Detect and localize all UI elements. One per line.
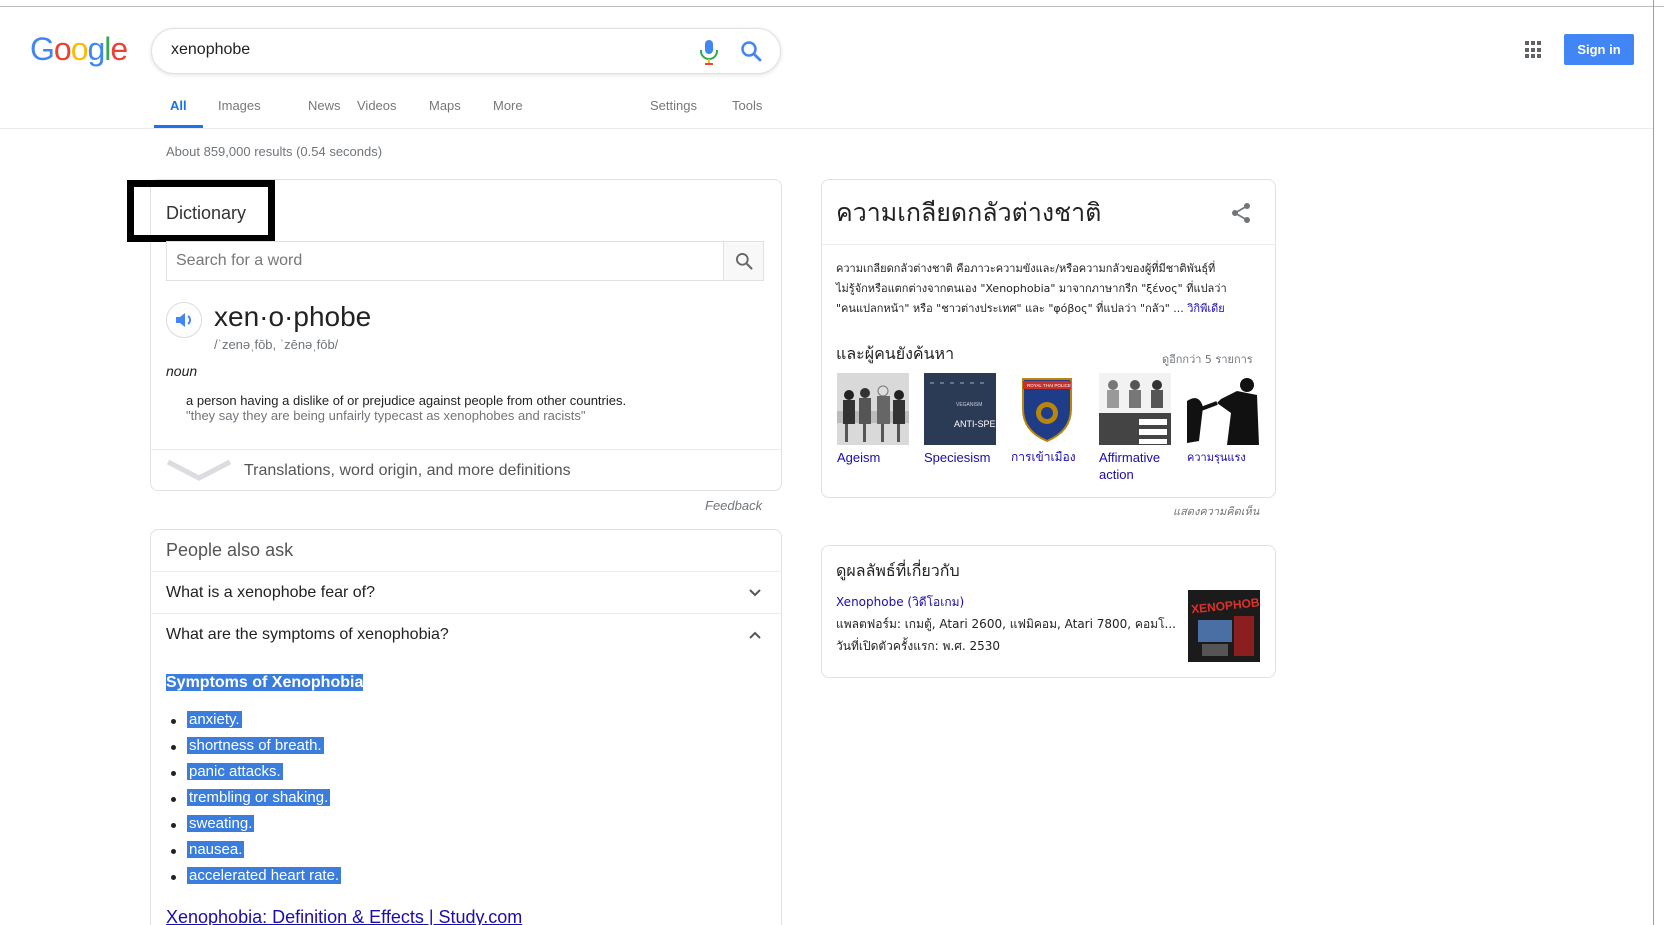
answer-list: anxiety. shortness of breath. panic atta… bbox=[169, 711, 342, 893]
view-more-link[interactable]: ดูอีกกว่า 5 รายการ bbox=[1162, 350, 1253, 368]
wikipedia-link[interactable]: วิกิพีเดีย bbox=[1187, 302, 1224, 315]
tab-settings[interactable]: Settings bbox=[650, 98, 697, 113]
share-icon[interactable] bbox=[1230, 202, 1252, 224]
tab-more[interactable]: More bbox=[493, 98, 523, 113]
logo-letter: g bbox=[87, 31, 105, 67]
affirmative-action-label[interactable]: Affirmative action bbox=[1099, 449, 1174, 483]
paa-question-2[interactable]: What are the symptoms of xenophobia? bbox=[150, 613, 782, 656]
search-box[interactable]: xenophobe bbox=[151, 28, 781, 74]
part-of-speech: noun bbox=[166, 363, 198, 379]
chevron-down-icon bbox=[166, 459, 232, 481]
ageism-label[interactable]: Ageism bbox=[837, 449, 919, 466]
search-tabs: All Images News Videos Maps More Setting… bbox=[0, 96, 1653, 129]
list-item: panic attacks. bbox=[169, 763, 341, 789]
word-search-field[interactable]: Search for a word bbox=[166, 241, 764, 281]
definition-example: "they say they are being unfairly typeca… bbox=[186, 408, 586, 423]
tab-all[interactable]: All bbox=[170, 98, 187, 113]
active-tab-indicator bbox=[154, 125, 203, 128]
search-icon bbox=[736, 252, 753, 270]
more-definitions-label: Translations, word origin, and more defi… bbox=[244, 462, 571, 479]
window-right-border bbox=[1653, 0, 1654, 925]
paa-question-text: What are the symptoms of xenophobia? bbox=[166, 626, 449, 643]
search-query[interactable]: xenophobe bbox=[171, 41, 250, 59]
divider bbox=[821, 244, 1276, 245]
phonetic-spelling: /ˈzenəˌfōb, ˈzēnəˌfōb/ bbox=[214, 337, 339, 352]
speaker-icon bbox=[176, 313, 191, 327]
knowledge-panel-title: ความเกลียดกลัวต่างชาติ bbox=[836, 198, 1102, 227]
xenophobe-game-image[interactable]: XENOPHOBE bbox=[1188, 590, 1260, 662]
result-stats: About 859,000 results (0.54 seconds) bbox=[166, 144, 383, 159]
window-top-border bbox=[0, 6, 1664, 7]
logo-letter: o bbox=[53, 31, 72, 67]
list-item: nausea. bbox=[169, 841, 341, 867]
immigration-thumbnail[interactable]: ROYAL THAI POLICE bbox=[1011, 373, 1083, 445]
paa-question-text: What is a xenophobe fear of? bbox=[166, 584, 376, 601]
violence-thumbnail[interactable] bbox=[1187, 373, 1259, 445]
list-item: anxiety. bbox=[169, 711, 341, 737]
svg-text:ANTI-SPEC: ANTI-SPEC bbox=[954, 419, 996, 429]
google-logo[interactable]: Google bbox=[30, 31, 128, 67]
tab-maps[interactable]: Maps bbox=[429, 98, 461, 113]
svg-text:VEGANISM: VEGANISM bbox=[956, 402, 982, 408]
list-item: trembling or shaking. bbox=[169, 789, 341, 815]
dictionary-feedback-link[interactable]: Feedback bbox=[705, 498, 762, 513]
logo-letter: G bbox=[30, 31, 55, 67]
sign-in-button[interactable]: Sign in bbox=[1564, 34, 1634, 65]
tab-images[interactable]: Images bbox=[218, 98, 261, 113]
knowledge-panel-feedback[interactable]: แสดงความคิดเห็น bbox=[1173, 502, 1259, 520]
paa-question-1[interactable]: What is a xenophobe fear of? bbox=[150, 571, 782, 614]
logo-letter: o bbox=[70, 31, 89, 67]
related-result-link[interactable]: Xenophobe (วิดีโอเกม) bbox=[836, 593, 964, 612]
speciesism-label[interactable]: Speciesism bbox=[924, 449, 1006, 466]
word-search-placeholder[interactable]: Search for a word bbox=[176, 252, 302, 270]
speciesism-thumbnail[interactable]: VEGANISM ANTI-SPEC bbox=[924, 373, 996, 445]
chevron-down-icon bbox=[749, 589, 761, 597]
headword: xen·o·phobe bbox=[214, 301, 372, 332]
tab-tools[interactable]: Tools bbox=[732, 98, 762, 113]
list-item: accelerated heart rate. bbox=[169, 867, 342, 893]
more-definitions-toggle[interactable]: Translations, word origin, and more defi… bbox=[150, 449, 782, 491]
violence-label[interactable]: ความรุนแรง bbox=[1187, 449, 1269, 466]
people-also-ask-title: People also ask bbox=[166, 540, 294, 560]
dictionary-title: Dictionary bbox=[166, 203, 247, 223]
tab-news[interactable]: News bbox=[308, 98, 341, 113]
microphone-icon[interactable] bbox=[698, 39, 720, 65]
word-search-button[interactable] bbox=[723, 242, 763, 280]
list-item: sweating. bbox=[169, 815, 341, 841]
related-results-title: ดูผลลัพธ์ที่เกี่ยวกับ bbox=[836, 561, 960, 580]
svg-text:ROYAL THAI POLICE: ROYAL THAI POLICE bbox=[1027, 383, 1071, 388]
search-icon[interactable] bbox=[739, 39, 763, 63]
list-item: shortness of breath. bbox=[169, 737, 341, 763]
affirmative-action-thumbnail[interactable] bbox=[1099, 373, 1171, 445]
tab-videos[interactable]: Videos bbox=[357, 98, 397, 113]
platform-info: แพลตฟอร์ม: เกมตู้, Atari 2600, แฟมิคอม, … bbox=[836, 617, 1176, 631]
pronunciation-button[interactable] bbox=[166, 302, 202, 338]
apps-grid-icon[interactable] bbox=[1525, 41, 1543, 59]
definition-text: a person having a dislike of or prejudic… bbox=[186, 393, 627, 408]
chevron-up-icon bbox=[749, 631, 761, 639]
immigration-label[interactable]: การเข้าเมือง bbox=[1011, 449, 1093, 466]
logo-letter: e bbox=[110, 31, 128, 67]
ageism-thumbnail[interactable] bbox=[837, 373, 909, 445]
release-info: วันที่เปิดตัวครั้งแรก: พ.ศ. 2530 bbox=[836, 639, 1001, 653]
knowledge-panel-description: ความเกลียดกลัวต่างชาติ คือภาวะความขังและ… bbox=[836, 262, 1227, 315]
answer-title: Symptoms of Xenophobia bbox=[166, 674, 364, 691]
answer-source-link[interactable]: Xenophobia: Definition & Effects | Study… bbox=[166, 907, 522, 925]
people-also-search-title: และผู้คนยังค้นหา bbox=[836, 344, 955, 363]
